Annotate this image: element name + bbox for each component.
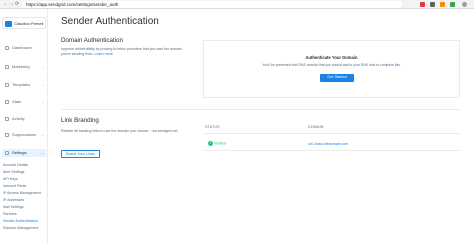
sidebar-item-label: Dashboard (12, 45, 32, 50)
brand-your-links-button[interactable]: Brand Your Links (61, 150, 100, 158)
sidebar: Claudiou Pernell Dashboard Marketing ⌄ T… (0, 9, 48, 244)
sidebar-item-label: Settings (12, 150, 27, 155)
sidebar-item-label: Templates (12, 82, 31, 87)
link-domain[interactable]: url1.links.sitedomain.com (308, 142, 348, 146)
profile-icon[interactable] (462, 2, 467, 7)
domain-auth-desc-text: Improve deliverability by proving to inb… (61, 47, 182, 56)
check-circle-icon: ✓ (208, 141, 213, 146)
status-text: Verified (214, 141, 226, 146)
address-bar[interactable]: https://app.sendgrid.com/settings/sender… (22, 1, 402, 8)
sidebar-subitem-inbound-parse[interactable]: Inbound Parse (3, 184, 26, 189)
chevron-down-icon: ⌄ (41, 133, 44, 137)
domain-column-header: DOMAIN (308, 125, 324, 129)
section-divider (61, 109, 461, 110)
sidebar-item-label: Stats (12, 99, 22, 104)
reload-icon[interactable]: ⟳ (15, 1, 19, 8)
card-desc: You'll be presented with DNS records tha… (262, 63, 401, 67)
sidebar-subitem-mail-settings[interactable]: Mail Settings (3, 205, 24, 210)
chevron-down-icon: ⌄ (41, 100, 44, 104)
extension-icon[interactable] (430, 2, 435, 7)
sidebar-item-dashboard[interactable]: Dashboard (2, 44, 46, 52)
forward-icon[interactable]: → (9, 1, 14, 8)
sidebar-subitem-subuser-management[interactable]: Subuser Management (3, 226, 38, 231)
sidebar-item-templates[interactable]: Templates ⌄ (2, 81, 46, 89)
table-header-divider (203, 133, 461, 134)
sidebar-subitem-ip-access-management[interactable]: IP Access Management (3, 191, 41, 196)
megaphone-icon (5, 65, 9, 69)
sidebar-item-suppressions[interactable]: Suppressions ⌄ (2, 131, 46, 139)
sidebar-item-label: Suppressions (12, 132, 37, 137)
table-row-divider (203, 150, 461, 151)
user-menu[interactable]: Claudiou Pernell (2, 17, 46, 29)
extension-icon[interactable] (450, 2, 455, 7)
sidebar-subitem-partners[interactable]: Partners (3, 212, 17, 217)
sidebar-item-label: Marketing (12, 64, 30, 69)
learn-more-link[interactable]: Learn more (94, 52, 112, 56)
extension-icon[interactable] (440, 2, 445, 7)
get-started-button[interactable]: Get Started (320, 74, 354, 82)
sidebar-subitem-alert-settings[interactable]: Alert Settings (3, 170, 24, 175)
extension-icon[interactable] (420, 2, 425, 7)
sidebar-item-settings[interactable]: Settings ⌄ (2, 149, 46, 157)
chevron-down-icon: ⌄ (41, 65, 44, 69)
domain-auth-desc: Improve deliverability by proving to inb… (61, 47, 186, 57)
sidebar-item-stats[interactable]: Stats ⌄ (2, 98, 46, 106)
gear-icon (5, 151, 9, 155)
status-column-header: STATUS (205, 125, 220, 129)
suppression-icon (5, 133, 9, 137)
status-badge: ✓ Verified (208, 141, 226, 146)
sidebar-subitem-api-keys[interactable]: API Keys (3, 177, 18, 182)
avatar (5, 21, 12, 27)
page-title: Sender Authentication (61, 16, 159, 27)
chevron-down-icon: ⌄ (41, 83, 44, 87)
authenticate-domain-card: Authenticate Your Domain You'll be prese… (203, 40, 460, 98)
stats-icon (5, 100, 9, 104)
link-branding-title: Link Branding (61, 117, 99, 124)
template-icon (5, 83, 9, 87)
link-branding-desc: Rewrite all tracking links to use the do… (61, 129, 178, 133)
user-name: Claudiou Pernell (14, 21, 44, 26)
sidebar-subitem-sender-authentication[interactable]: Sender Authentication (3, 219, 38, 224)
activity-icon (5, 117, 9, 121)
dashboard-icon (5, 46, 9, 50)
sidebar-item-label: Activity (12, 116, 25, 121)
card-title: Authenticate Your Domain (305, 55, 358, 60)
sidebar-item-marketing[interactable]: Marketing ⌄ (2, 63, 46, 71)
chevron-up-icon: ⌄ (41, 151, 44, 155)
domain-auth-title: Domain Authentication (61, 37, 123, 44)
sidebar-subitem-ip-addresses[interactable]: IP Addresses (3, 198, 24, 203)
browser-toolbar: ← → ⟳ https://app.sendgrid.com/settings/… (0, 0, 474, 9)
back-icon[interactable]: ← (3, 1, 8, 8)
sidebar-item-activity[interactable]: Activity (2, 115, 46, 123)
sidebar-subitem-account-details[interactable]: Account Details (3, 163, 28, 168)
